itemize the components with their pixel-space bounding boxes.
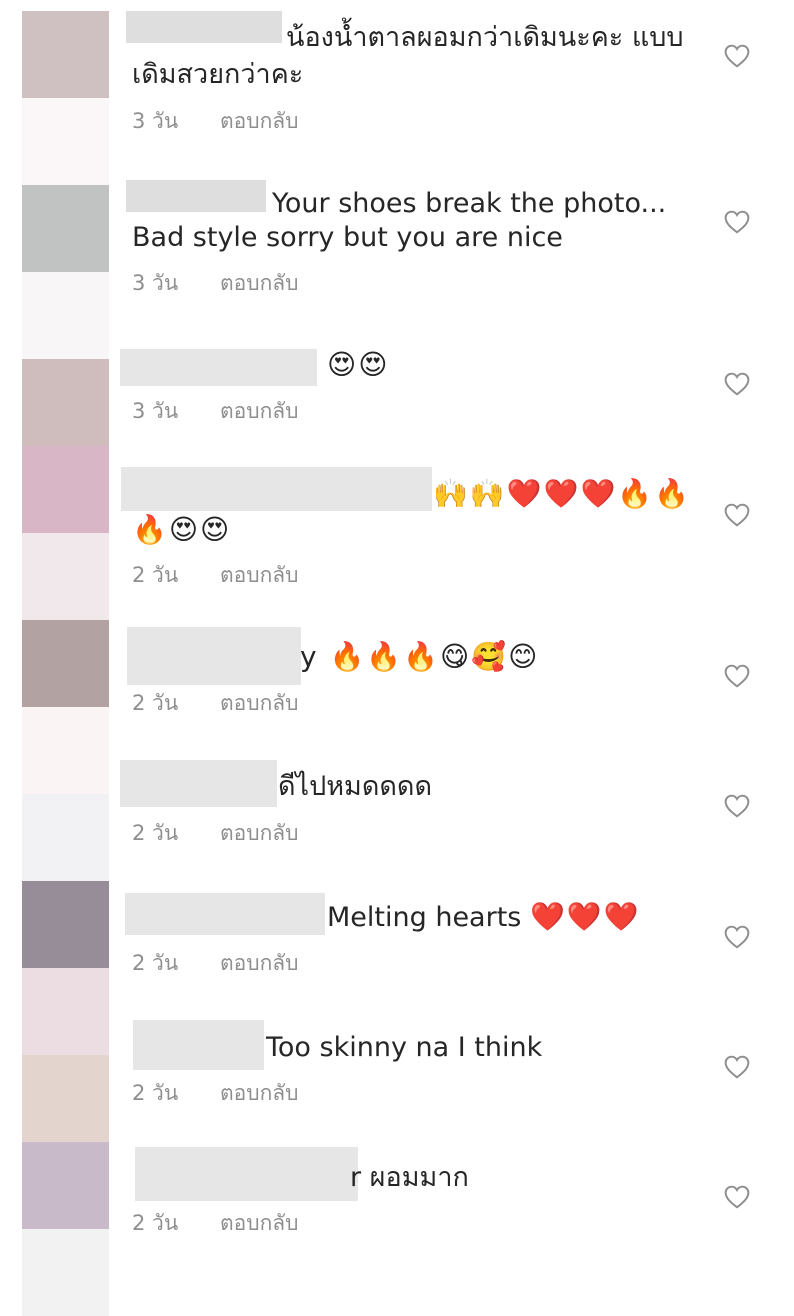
comment-age: 2 วัน bbox=[132, 821, 179, 845]
avatar-column bbox=[22, 11, 109, 1316]
like-heart-icon[interactable] bbox=[724, 503, 750, 527]
avatar-pixel-block bbox=[22, 620, 109, 707]
comment-text: น้องน้ำตาลผอมกว่าเดิมนะคะ แบบ bbox=[286, 22, 684, 53]
avatar-pixel-block bbox=[22, 98, 109, 185]
like-heart-icon[interactable] bbox=[724, 794, 750, 818]
comment-age: 2 วัน bbox=[132, 691, 179, 715]
avatar-pixel-block bbox=[22, 272, 109, 359]
reply-button[interactable]: ตอบกลับ bbox=[220, 563, 299, 587]
avatar-pixel-block bbox=[22, 446, 109, 533]
username-redacted[interactable] bbox=[120, 349, 317, 386]
reply-button[interactable]: ตอบกลับ bbox=[220, 271, 299, 295]
username-redacted[interactable] bbox=[126, 11, 282, 43]
reply-button[interactable]: ตอบกลับ bbox=[220, 109, 299, 133]
like-heart-icon[interactable] bbox=[724, 372, 750, 396]
comment-text-continued: Bad style sorry but you are nice bbox=[132, 222, 563, 253]
avatar-pixel-block bbox=[22, 1142, 109, 1229]
comment-text: 🙌🙌❤️❤️❤️🔥🔥 bbox=[433, 477, 692, 510]
username-redacted[interactable] bbox=[125, 893, 325, 935]
reply-button[interactable]: ตอบกลับ bbox=[220, 821, 299, 845]
comment-text-continued: 🔥😍😍 bbox=[132, 513, 232, 546]
avatar-pixel-block bbox=[22, 11, 109, 98]
avatar-pixel-block bbox=[22, 707, 109, 794]
avatar-pixel-block bbox=[22, 185, 109, 272]
comment-text: 😍😍 bbox=[327, 348, 390, 381]
avatar-pixel-block bbox=[22, 1055, 109, 1142]
comment-text: Melting hearts ❤️❤️❤️ bbox=[327, 899, 641, 935]
comment-age: 3 วัน bbox=[132, 399, 179, 423]
username-redacted[interactable] bbox=[126, 180, 266, 212]
comment-text: Too skinny na I think bbox=[266, 1032, 543, 1063]
avatar-pixel-block bbox=[22, 794, 109, 881]
comment-age: 2 วัน bbox=[132, 1211, 179, 1235]
reply-button[interactable]: ตอบกลับ bbox=[220, 951, 299, 975]
username-redacted[interactable] bbox=[135, 1147, 358, 1201]
avatar-pixel-block bbox=[22, 881, 109, 968]
comment-age: 3 วัน bbox=[132, 109, 179, 133]
like-heart-icon[interactable] bbox=[724, 210, 750, 234]
username-redacted[interactable] bbox=[120, 760, 277, 807]
username-redacted[interactable] bbox=[127, 627, 301, 685]
like-heart-icon[interactable] bbox=[724, 1185, 750, 1209]
reply-button[interactable]: ตอบกลับ bbox=[220, 399, 299, 423]
comment-text-continued: เดิมสวยกว่าคะ bbox=[132, 59, 304, 90]
comment-age: 2 วัน bbox=[132, 951, 179, 975]
username-redacted[interactable] bbox=[121, 467, 432, 511]
reply-button[interactable]: ตอบกลับ bbox=[220, 1081, 299, 1105]
comment-text: r ผอมมาก bbox=[350, 1162, 469, 1193]
avatar-pixel-block bbox=[22, 1229, 109, 1316]
comment-text: y 🔥🔥🔥😋🥰😊 bbox=[300, 640, 540, 673]
reply-button[interactable]: ตอบกลับ bbox=[220, 691, 299, 715]
avatar-pixel-block bbox=[22, 359, 109, 446]
avatar-pixel-block bbox=[22, 533, 109, 620]
like-heart-icon[interactable] bbox=[724, 1055, 750, 1079]
like-heart-icon[interactable] bbox=[724, 664, 750, 688]
comment-age: 3 วัน bbox=[132, 271, 179, 295]
reply-button[interactable]: ตอบกลับ bbox=[220, 1211, 299, 1235]
comment-emoji: ❤️❤️❤️ bbox=[529, 900, 641, 933]
username-redacted[interactable] bbox=[133, 1020, 264, 1070]
comment-text: Your shoes break the photo... bbox=[272, 188, 667, 219]
comment-age: 2 วัน bbox=[132, 1081, 179, 1105]
avatar-pixel-block bbox=[22, 968, 109, 1055]
comment-words: Melting hearts bbox=[327, 902, 522, 933]
like-heart-icon[interactable] bbox=[724, 925, 750, 949]
comment-text: ดีไปหมดดดด bbox=[278, 771, 432, 802]
comment-age: 2 วัน bbox=[132, 563, 179, 587]
like-heart-icon[interactable] bbox=[724, 44, 750, 68]
